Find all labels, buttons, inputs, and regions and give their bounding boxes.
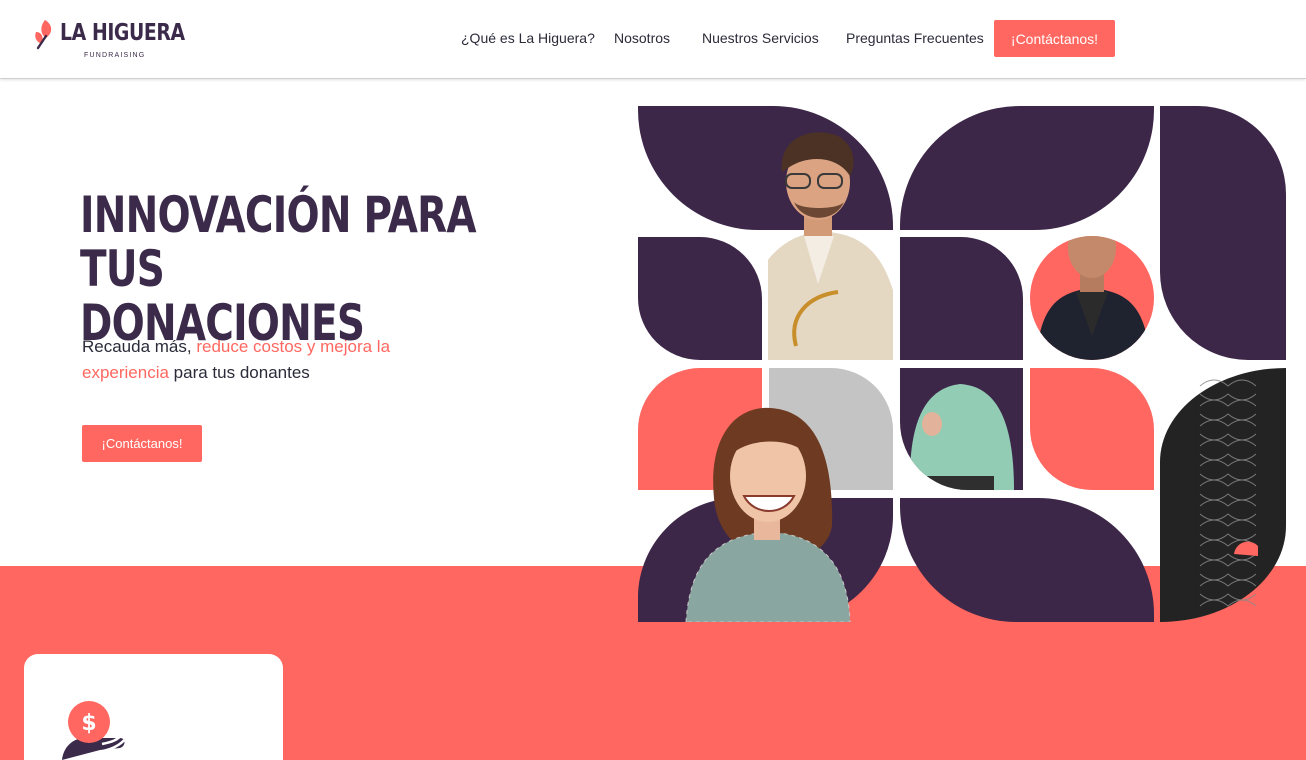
svg-text:$: $ — [81, 711, 96, 736]
hero-collage — [638, 106, 1286, 622]
hero-subtitle: Recauda más, reduce costos y mejora la e… — [82, 334, 402, 386]
nav-item-que-es[interactable]: ¿Qué es La Higuera? — [461, 30, 595, 46]
hero-subtitle-start: Recauda más, — [82, 337, 197, 356]
collage-tile — [900, 498, 1154, 622]
brand-name: LA HIGUERA — [60, 20, 185, 46]
brand-logo[interactable]: LA HIGUERA FUNDRAISING — [32, 16, 185, 62]
hero-contact-button[interactable]: ¡Contáctanos! — [82, 425, 202, 462]
collage-tile — [1160, 106, 1286, 360]
hero-subtitle-end: para tus donantes — [168, 363, 310, 382]
nav-item-nosotros[interactable]: Nosotros — [614, 30, 670, 46]
fig-leaf-logo-icon — [35, 20, 52, 50]
site-header: LA HIGUERA FUNDRAISING ¿Qué es La Higuer… — [0, 0, 1306, 79]
collage-tile — [900, 237, 1023, 360]
collage-tile — [1030, 368, 1154, 490]
hero-title: INNOVACIÓN PARA TUS DONACIONES — [80, 188, 486, 350]
hero-title-line1: INNOVACIÓN PARA TUS — [80, 186, 477, 298]
collage-tile — [900, 106, 1154, 230]
nav-item-preguntas[interactable]: Preguntas Frecuentes — [846, 30, 984, 46]
nav-item-servicios[interactable]: Nuestros Servicios — [702, 30, 819, 46]
collage-pattern-tile — [1160, 368, 1286, 622]
brand-tagline: FUNDRAISING — [84, 52, 146, 59]
header-contact-button[interactable]: ¡Contáctanos! — [994, 20, 1115, 57]
collage-tile — [638, 106, 893, 230]
collage-tile — [638, 237, 762, 360]
dollar-coin-hand-icon: $ — [62, 701, 127, 760]
